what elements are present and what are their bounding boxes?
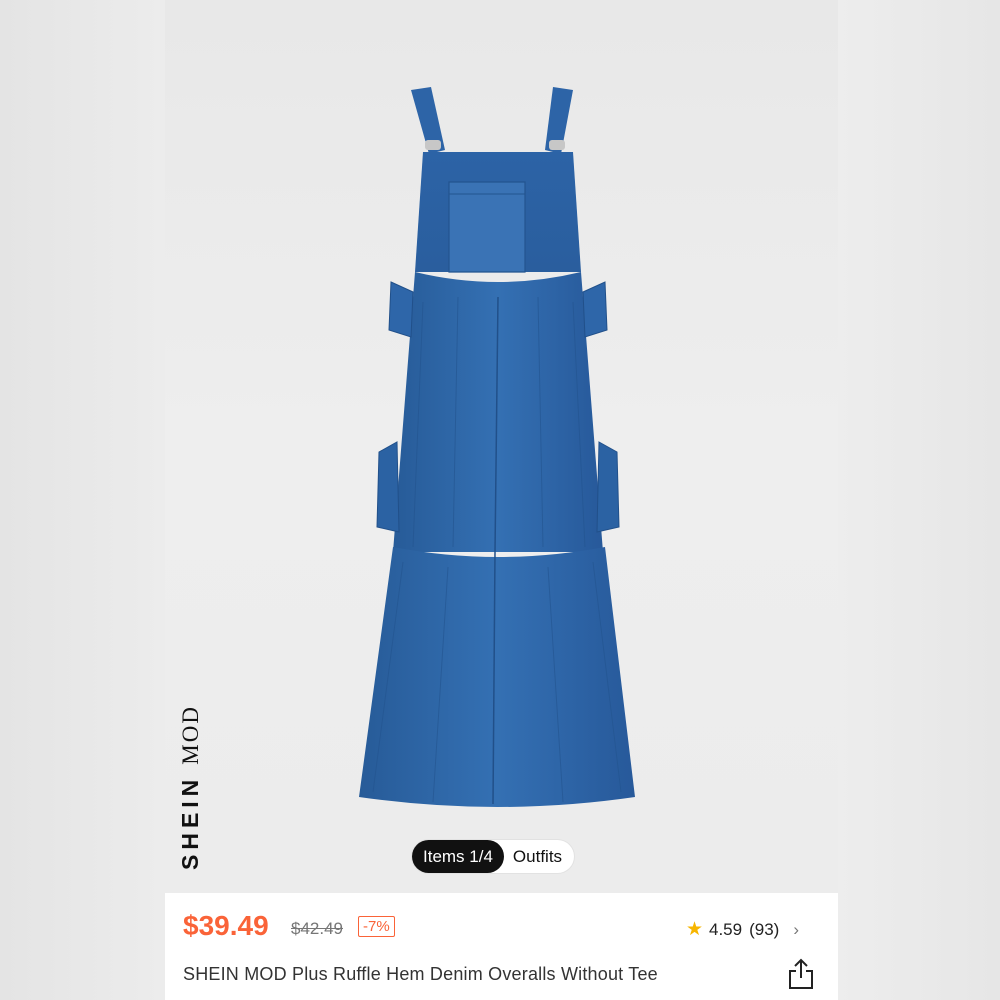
tab-items[interactable]: Items 1/4 bbox=[412, 840, 504, 873]
original-price: $42.49 bbox=[291, 919, 343, 938]
background-left bbox=[0, 0, 165, 1000]
brand-logo-mod: MOD bbox=[178, 705, 203, 765]
sale-price: $39.49 bbox=[183, 910, 269, 941]
product-image-overalls bbox=[359, 87, 635, 807]
review-count: (93) bbox=[749, 919, 780, 939]
price-row: $39.49 $42.49 -7% ★ 4.59 (93) › bbox=[183, 908, 823, 948]
share-icon[interactable] bbox=[787, 958, 815, 990]
tab-outfits[interactable]: Outfits bbox=[504, 840, 574, 873]
chevron-right-icon: › bbox=[793, 919, 799, 939]
star-icon: ★ bbox=[685, 919, 703, 940]
brand-logo-shein: SHEIN bbox=[177, 774, 203, 870]
rating-value: 4.59 bbox=[709, 919, 743, 939]
gallery-view-toggle: Items 1/4 Outfits bbox=[412, 840, 575, 873]
product-title: SHEIN MOD Plus Ruffle Hem Denim Overalls… bbox=[183, 964, 658, 984]
product-page: SHEIN MOD Items 1/4 Outfits $39.49 $42.49… bbox=[165, 0, 838, 1000]
product-image-gallery[interactable]: SHEIN MOD Items 1/4 Outfits bbox=[165, 0, 838, 893]
brand-logo: SHEIN MOD bbox=[177, 705, 204, 870]
rating-summary[interactable]: ★ 4.59 (93) › bbox=[686, 918, 799, 941]
background-right bbox=[838, 0, 1000, 1000]
discount-badge: -7% bbox=[358, 916, 395, 937]
